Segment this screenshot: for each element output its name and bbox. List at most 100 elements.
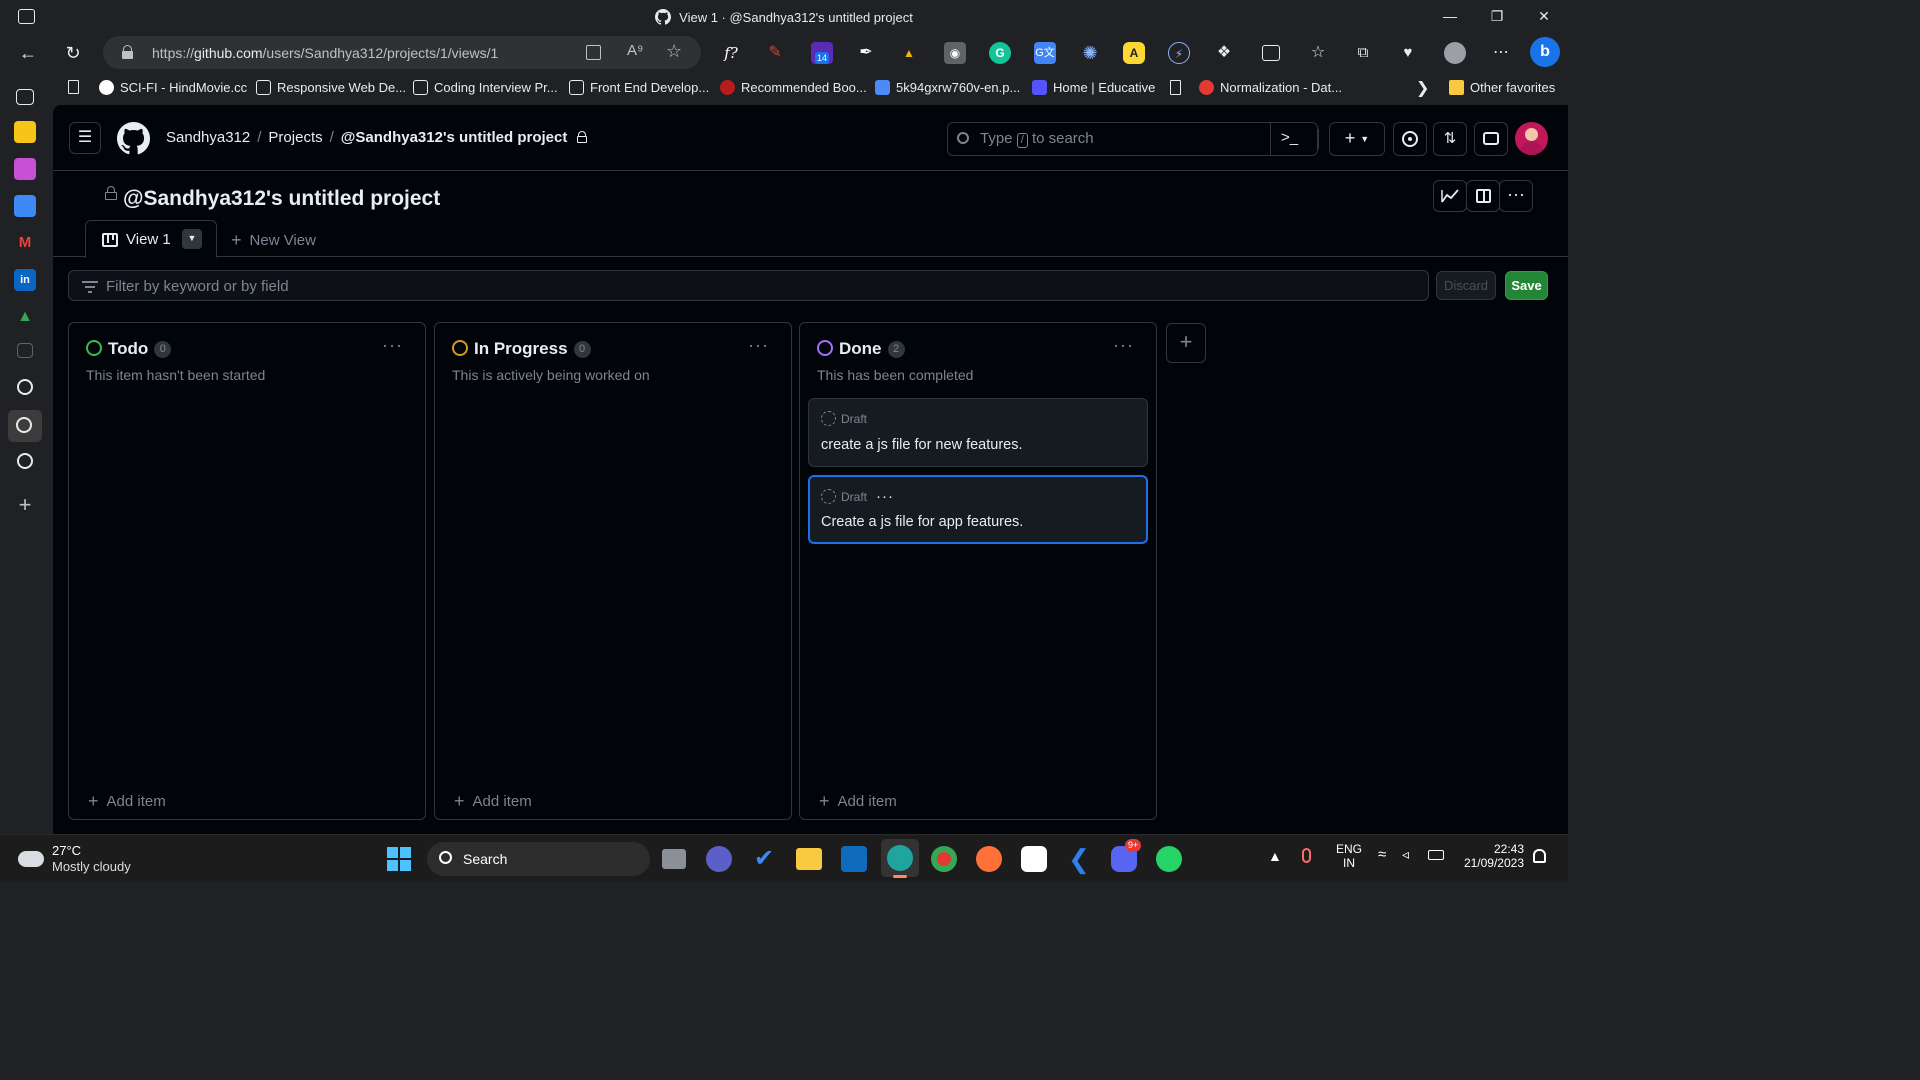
avatar[interactable]	[1515, 122, 1548, 155]
github-sidebar-active-icon[interactable]	[8, 410, 42, 442]
favorite-star-icon[interactable]: ☆	[666, 41, 682, 62]
restore-button[interactable]: ❐	[1482, 5, 1512, 27]
github-sidebar-icon[interactable]	[17, 379, 33, 395]
card-title[interactable]: create a js file for new features.	[821, 437, 1023, 453]
favorites-icon[interactable]: ☆	[1307, 42, 1329, 64]
column-menu-button[interactable]: ···	[1113, 335, 1134, 356]
microphone-icon[interactable]	[1302, 848, 1311, 863]
slack-icon[interactable]	[1021, 846, 1047, 872]
split-screen-icon[interactable]	[1262, 45, 1280, 61]
pull-requests-button[interactable]: ⇅	[1433, 122, 1467, 156]
wifi-icon[interactable]: ≈	[1378, 846, 1386, 863]
battery-icon[interactable]	[1428, 850, 1444, 860]
teams-chat-icon[interactable]	[706, 846, 732, 872]
clock[interactable]: 22:43 21/09/2023	[1460, 842, 1524, 870]
task-view-icon[interactable]	[662, 849, 686, 869]
breadcrumb-owner[interactable]: Sandhya312	[166, 129, 250, 146]
bolt-extension-icon[interactable]: ⚡	[1168, 42, 1190, 64]
vscode-icon[interactable]: ❮	[1066, 846, 1092, 872]
column-menu-button[interactable]: ···	[748, 335, 769, 356]
lock-icon[interactable]	[122, 45, 133, 59]
board-card[interactable]: Draft create a js file for new features.	[808, 398, 1148, 467]
add-item-button[interactable]: + Add item	[819, 791, 897, 812]
hamburger-menu-button[interactable]: ☰	[69, 122, 101, 154]
volume-icon[interactable]: ◃	[1402, 846, 1409, 863]
app-available-icon[interactable]	[586, 45, 601, 60]
bookmark-item[interactable]	[1170, 80, 1187, 95]
column-menu-button[interactable]: ···	[382, 335, 403, 356]
bookmark-item[interactable]: Home | Educative	[1032, 80, 1155, 95]
issues-button[interactable]	[1393, 122, 1427, 156]
address-bar[interactable]: https://github.com/users/Sandhya312/proj…	[103, 36, 701, 69]
translate-extension-icon[interactable]: G文	[1034, 42, 1056, 64]
windows-start-icon[interactable]	[387, 847, 411, 871]
language-indicator[interactable]: ENG IN	[1336, 842, 1362, 870]
read-aloud-icon[interactable]: A⁹	[627, 42, 643, 59]
add-column-button[interactable]: +	[1166, 323, 1206, 363]
eyedropper-extension-icon[interactable]: ✒	[855, 42, 877, 64]
notifications-icon[interactable]	[1533, 849, 1546, 863]
command-palette-icon[interactable]	[1270, 122, 1271, 156]
grammarly-extension-icon[interactable]: G	[989, 42, 1011, 64]
board-card[interactable]: Draft ··· Create a js file for app featur…	[808, 475, 1148, 544]
back-arrow-icon[interactable]: ←	[15, 40, 41, 66]
save-button[interactable]: Save	[1505, 271, 1548, 300]
a-extension-icon[interactable]: A	[1123, 42, 1145, 64]
calendar-icon[interactable]	[17, 343, 33, 358]
discord-icon[interactable]: 9+	[1111, 839, 1142, 872]
bookmark-item[interactable]: Recommended Boo...	[720, 80, 867, 95]
filter-input[interactable]: Filter by keyword or by field	[68, 270, 1429, 301]
add-sidebar-icon[interactable]: +	[14, 494, 36, 516]
chevron-right-icon[interactable]: ❯	[1416, 78, 1429, 98]
add-item-button[interactable]: + Add item	[88, 791, 166, 812]
inbox-button[interactable]	[1474, 122, 1508, 156]
add-item-button[interactable]: + Add item	[454, 791, 532, 812]
close-window-button[interactable]: ✕	[1529, 5, 1559, 27]
search-input[interactable]: Type / to search >_	[947, 122, 1318, 156]
play-purple-icon[interactable]	[14, 158, 36, 180]
todo-check-icon[interactable]: ✔	[751, 846, 777, 872]
whatsapp-icon[interactable]	[1156, 846, 1182, 872]
view-options-button[interactable]: ▼	[182, 229, 202, 249]
bookmark-item[interactable]: Front End Develop...	[569, 80, 709, 95]
bookmark-item[interactable]: SCI-FI - HindMovie.cc	[99, 80, 247, 95]
card-menu-icon[interactable]: ···	[876, 488, 894, 505]
play-blue-icon[interactable]	[14, 195, 36, 217]
github-sidebar-icon[interactable]	[17, 453, 33, 469]
refresh-icon[interactable]: ↻	[60, 40, 86, 66]
card-title[interactable]: Create a js file for app features.	[821, 514, 1023, 530]
play-yellow-icon[interactable]	[14, 121, 36, 143]
breadcrumb-project[interactable]: @Sandhya312's untitled project	[341, 129, 568, 146]
breadcrumb-projects[interactable]: Projects	[268, 129, 322, 146]
discard-button[interactable]: Discard	[1436, 271, 1496, 300]
page-icon[interactable]	[68, 80, 79, 94]
url-text[interactable]: https://github.com/users/Sandhya312/proj…	[152, 45, 498, 61]
edge-browser-icon[interactable]	[881, 839, 919, 878]
bookmark-item[interactable]: Responsive Web De...	[256, 80, 406, 95]
camera-extension-icon[interactable]: ◉	[944, 42, 966, 64]
file-explorer-icon[interactable]	[796, 848, 822, 870]
create-new-button[interactable]: + ▼	[1329, 122, 1385, 156]
terminal-icon[interactable]: >_	[1281, 129, 1298, 146]
collections-icon[interactable]: ⧉	[1352, 42, 1374, 64]
gmail-icon[interactable]: M	[14, 232, 36, 254]
chevron-up-icon[interactable]: ▲	[1268, 848, 1282, 864]
hat-extension-icon[interactable]: 14	[811, 42, 833, 64]
hat-dark-extension-icon[interactable]: ▲	[898, 42, 920, 64]
new-view-button[interactable]: + New View	[231, 230, 316, 251]
browser-essentials-icon[interactable]: ♥	[1397, 42, 1419, 64]
store-icon[interactable]	[841, 846, 867, 872]
pen-extension-icon[interactable]: ✎	[764, 42, 786, 64]
bookmark-item[interactable]: Coding Interview Pr...	[413, 80, 558, 95]
minimize-button[interactable]: —	[1435, 5, 1465, 27]
bookmark-item[interactable]: 5k94gxrw760v-en.p...	[875, 80, 1020, 95]
firefox-icon[interactable]	[976, 846, 1002, 872]
more-menu-icon[interactable]: ⋯	[1490, 42, 1512, 64]
sparkle-extension-icon[interactable]: ✺	[1079, 42, 1101, 64]
chrome-icon[interactable]	[931, 846, 957, 872]
drive-icon[interactable]: ▲	[14, 306, 36, 328]
github-logo-icon[interactable]	[117, 122, 150, 155]
side-panel-button[interactable]	[1466, 180, 1500, 212]
profile-icon[interactable]	[1444, 42, 1466, 64]
bing-copilot-icon[interactable]: b	[1530, 37, 1560, 67]
